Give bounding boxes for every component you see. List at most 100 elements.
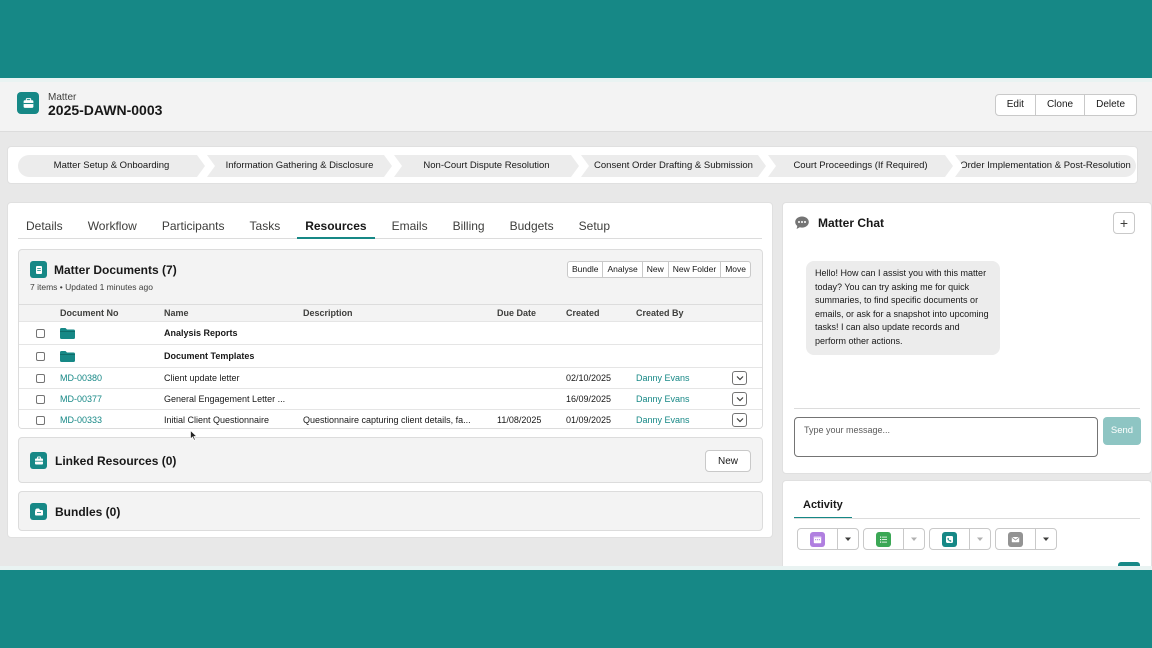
- tab-resources[interactable]: Resources: [297, 213, 375, 239]
- row-checkbox[interactable]: [36, 416, 45, 425]
- tab-details[interactable]: Details: [18, 213, 71, 239]
- send-email-button[interactable]: [995, 528, 1057, 550]
- created-by-link[interactable]: Danny Evans: [636, 389, 690, 409]
- new-folder-button[interactable]: New Folder: [669, 262, 722, 277]
- folder-icon: [60, 351, 75, 362]
- chat-title: Matter Chat: [818, 216, 885, 230]
- tab-participants[interactable]: Participants: [154, 213, 233, 239]
- matter-documents-card: Matter Documents (7) 7 items • Updated 1…: [18, 249, 763, 429]
- linked-resources-card: Linked Resources (0) New: [18, 437, 763, 483]
- bundles-title: Bundles (0): [55, 505, 121, 519]
- document-name: General Engagement Letter ...: [164, 394, 286, 404]
- tab-bar: Details Workflow Participants Tasks Reso…: [18, 213, 762, 239]
- new-chat-button[interactable]: +: [1113, 212, 1135, 234]
- row-checkbox[interactable]: [36, 329, 45, 338]
- move-button[interactable]: Move: [721, 262, 750, 277]
- linked-resources-title: Linked Resources (0): [55, 454, 177, 468]
- path-step-implementation[interactable]: Order Implementation & Post-Resolution: [955, 155, 1136, 177]
- bundles-icon: [30, 503, 47, 520]
- linked-resources-icon: [30, 452, 47, 469]
- row-checkbox[interactable]: [36, 352, 45, 361]
- mouse-cursor-icon: [190, 430, 198, 441]
- tab-activity[interactable]: Activity: [794, 495, 852, 519]
- column-name[interactable]: Name: [164, 305, 189, 322]
- folder-name[interactable]: Document Templates: [164, 345, 254, 368]
- clone-button[interactable]: Clone: [1036, 95, 1086, 115]
- main-panel: Details Workflow Participants Tasks Reso…: [7, 202, 773, 538]
- folder-row[interactable]: Analysis Reports: [19, 322, 762, 345]
- tab-setup[interactable]: Setup: [571, 213, 618, 239]
- documents-table: Document No Name Description Due Date Cr…: [19, 304, 762, 428]
- call-dropdown-toggle[interactable]: [970, 529, 990, 549]
- calendar-icon: [810, 531, 825, 547]
- send-button[interactable]: Send: [1103, 417, 1141, 445]
- column-description[interactable]: Description: [303, 305, 353, 322]
- new-linked-resource-button[interactable]: New: [704, 450, 751, 472]
- row-actions-dropdown[interactable]: [732, 371, 747, 385]
- edit-button[interactable]: Edit: [996, 95, 1036, 115]
- documents-subtitle: 7 items • Updated 1 minutes ago: [30, 282, 153, 292]
- activity-actions: [797, 528, 1061, 550]
- chat-message-input[interactable]: Type your message...: [794, 417, 1098, 457]
- row-actions-dropdown[interactable]: [732, 392, 747, 406]
- path-step-court[interactable]: Court Proceedings (If Required): [768, 155, 953, 177]
- matter-chat-panel: Matter Chat + Hello! How can I assist yo…: [782, 202, 1152, 474]
- task-icon: [876, 531, 891, 547]
- folder-name[interactable]: Analysis Reports: [164, 322, 238, 345]
- document-number-link[interactable]: MD-00333: [60, 410, 102, 428]
- chevron-down-icon: [736, 418, 743, 423]
- document-created: 02/10/2025: [566, 373, 612, 383]
- table-row: MD-00380 Client update letter 02/10/2025…: [19, 368, 762, 389]
- chevron-down-icon: [736, 397, 743, 402]
- chat-icon: [795, 216, 809, 229]
- column-due-date[interactable]: Due Date: [497, 305, 536, 322]
- row-actions-dropdown[interactable]: [732, 413, 747, 427]
- event-dropdown-toggle[interactable]: [838, 529, 858, 549]
- path-steps: Matter Setup & Onboarding Information Ga…: [18, 155, 1138, 177]
- path-step-information[interactable]: Information Gathering & Disclosure: [207, 155, 392, 177]
- column-created[interactable]: Created: [566, 305, 600, 322]
- document-name: Initial Client Questionnaire: [164, 415, 270, 425]
- table-header: Document No Name Description Due Date Cr…: [19, 305, 762, 322]
- column-created-by[interactable]: Created By: [636, 305, 684, 322]
- tab-budgets[interactable]: Budgets: [502, 213, 562, 239]
- delete-button[interactable]: Delete: [1085, 95, 1136, 115]
- analyse-button[interactable]: Analyse: [603, 262, 643, 277]
- documents-actions: Bundle Analyse New New Folder Move: [567, 261, 751, 278]
- path-step-setup[interactable]: Matter Setup & Onboarding: [18, 155, 205, 177]
- email-dropdown-toggle[interactable]: [1036, 529, 1056, 549]
- path-step-dispute[interactable]: Non-Court Dispute Resolution: [394, 155, 579, 177]
- bundles-card: Bundles (0): [18, 491, 763, 531]
- tab-tasks[interactable]: Tasks: [242, 213, 289, 239]
- caret-down-icon: [1043, 537, 1049, 541]
- activity-divider: [794, 518, 1140, 519]
- documents-title: Matter Documents (7): [54, 263, 177, 277]
- created-by-link[interactable]: Danny Evans: [636, 368, 690, 388]
- path-bar: Matter Setup & Onboarding Information Ga…: [7, 146, 1138, 184]
- activity-panel: Activity: [782, 480, 1152, 566]
- row-checkbox[interactable]: [36, 395, 45, 404]
- bundle-button[interactable]: Bundle: [568, 262, 604, 277]
- column-document-no[interactable]: Document No: [60, 305, 119, 322]
- tab-billing[interactable]: Billing: [445, 213, 493, 239]
- folder-icon: [60, 328, 75, 339]
- folder-row[interactable]: Document Templates: [19, 345, 762, 368]
- new-document-button[interactable]: New: [643, 262, 669, 277]
- caret-down-icon: [845, 537, 851, 541]
- path-step-consent[interactable]: Consent Order Drafting & Submission: [581, 155, 766, 177]
- log-call-button[interactable]: [929, 528, 991, 550]
- document-number-link[interactable]: MD-00380: [60, 368, 102, 388]
- new-event-button[interactable]: [797, 528, 859, 550]
- task-dropdown-toggle[interactable]: [904, 529, 924, 549]
- created-by-link[interactable]: Danny Evans: [636, 410, 690, 428]
- new-task-button[interactable]: [863, 528, 925, 550]
- bottom-backdrop: [0, 566, 1152, 648]
- chevron-down-icon: [736, 376, 743, 381]
- tab-workflow[interactable]: Workflow: [80, 213, 145, 239]
- tab-emails[interactable]: Emails: [384, 213, 436, 239]
- document-created: 16/09/2025: [566, 394, 612, 404]
- document-due-date: 11/08/2025: [497, 415, 542, 425]
- caret-down-icon: [977, 537, 983, 541]
- row-checkbox[interactable]: [36, 374, 45, 383]
- document-number-link[interactable]: MD-00377: [60, 389, 102, 409]
